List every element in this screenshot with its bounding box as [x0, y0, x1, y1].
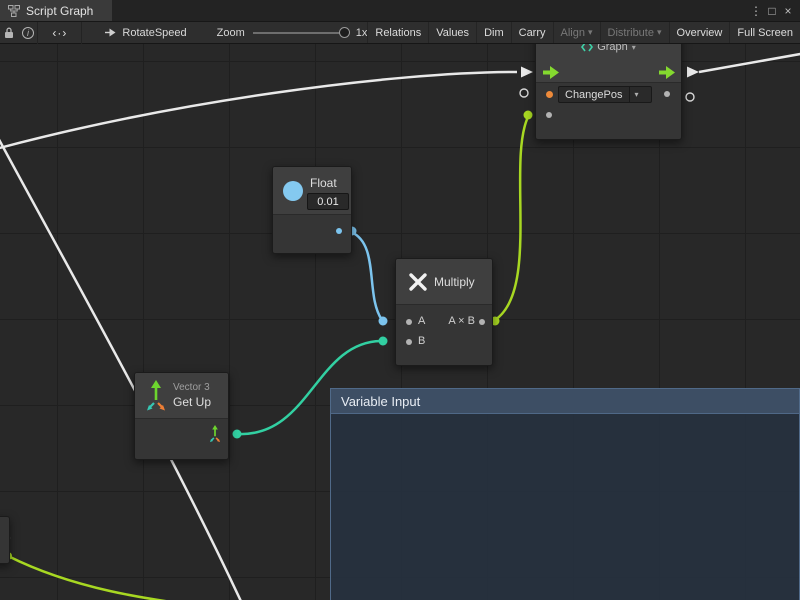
chevron-down-icon: ▾: [629, 87, 644, 102]
multiply-icon: [408, 272, 428, 292]
lock-icon[interactable]: [0, 22, 19, 44]
group-header[interactable]: Variable Input: [331, 389, 799, 414]
graph-scope-icon: [581, 44, 593, 52]
graph-breadcrumb: RotateSpeed: [104, 26, 186, 39]
zoom-label: Zoom: [217, 27, 245, 39]
wire-flow-out: [699, 53, 800, 72]
carry-button[interactable]: Carry: [511, 22, 553, 43]
zoom-slider[interactable]: [253, 32, 348, 34]
tab-label: Script Graph: [26, 4, 93, 18]
multiply-node[interactable]: Multiply A A × B B: [395, 258, 493, 366]
variable-scope-dropdown[interactable]: Graph ▾: [536, 44, 681, 53]
port-b-label: B: [418, 335, 425, 347]
graph-asset-icon: [104, 26, 117, 39]
wire-multiply-to-setvar: [495, 117, 528, 320]
multiply-b-port[interactable]: [406, 339, 412, 345]
script-graph-icon: [8, 5, 20, 17]
getup-wire-start: [233, 430, 242, 439]
float-type-icon: [283, 181, 303, 201]
get-up-type-label: Vector 3: [173, 382, 210, 393]
align-button[interactable]: Align ▾: [553, 22, 600, 43]
group-title: Variable Input: [341, 394, 420, 409]
flow-arrowhead-in: [521, 67, 533, 78]
code-icon: ‹·›: [52, 26, 67, 40]
offscreen-node[interactable]: [0, 516, 10, 564]
graph-toolbar: i ‹·› RotateSpeed Zoom 1x Relations Valu…: [0, 22, 800, 44]
set-variable-node[interactable]: Graph ▾ ChangePos ▾: [535, 44, 682, 140]
flow-output-port[interactable]: [659, 66, 676, 79]
float-value-field[interactable]: 0.01: [307, 193, 349, 210]
info-icon[interactable]: i: [19, 22, 38, 44]
flow-input-port[interactable]: [543, 66, 560, 79]
chevron-down-icon: ▾: [632, 44, 636, 52]
variable-name-port[interactable]: [546, 91, 553, 98]
graph-canvas[interactable]: Variable Input Graph ▾: [0, 44, 800, 600]
distribute-button[interactable]: Distribute ▾: [600, 22, 669, 43]
code-preview-button[interactable]: ‹·›: [37, 22, 82, 44]
close-icon[interactable]: ×: [780, 4, 796, 18]
multiply-node-title: Multiply: [434, 275, 475, 289]
chevron-down-icon: ▾: [657, 27, 662, 38]
fullscreen-button[interactable]: Full Screen: [729, 22, 800, 43]
multiply-a-port[interactable]: [406, 319, 412, 325]
variable-input-group[interactable]: Variable Input: [330, 388, 800, 600]
get-up-node[interactable]: Vector 3 Get Up: [134, 372, 229, 460]
wire-flow-in: [0, 72, 517, 150]
get-up-node-title: Get Up: [173, 395, 211, 409]
wire-flow-diagonal: [0, 134, 266, 600]
maximize-icon[interactable]: □: [764, 4, 780, 18]
input-value-port[interactable]: [546, 112, 552, 118]
window-controls: ⋮ □ ×: [748, 0, 800, 21]
toolbar-buttons: Relations Values Dim Carry Align ▾ Distr…: [367, 22, 800, 43]
relations-button[interactable]: Relations: [367, 22, 428, 43]
multiply-a-endpoint: [379, 317, 388, 326]
zoom-value: 1x: [356, 27, 368, 39]
variable-name: ChangePos: [559, 87, 629, 102]
variable-select-dropdown[interactable]: ChangePos ▾: [558, 86, 652, 103]
overview-button[interactable]: Overview: [669, 22, 730, 43]
setvar-value-endpoint: [524, 111, 533, 120]
chevron-down-icon: ▾: [588, 27, 593, 38]
zoom-slider-knob[interactable]: [339, 27, 350, 38]
port-a-label: A: [418, 315, 425, 327]
wire-green-bottom: [8, 556, 220, 600]
wire-float-to-multiply: [351, 232, 382, 320]
output-value-port[interactable]: [664, 91, 670, 97]
float-node[interactable]: Float 0.01: [272, 166, 352, 254]
values-button[interactable]: Values: [428, 22, 476, 43]
multiply-b-endpoint: [379, 337, 388, 346]
dim-button[interactable]: Dim: [476, 22, 511, 43]
scope-label: Graph: [597, 44, 628, 53]
zoom-control: Zoom 1x: [217, 27, 368, 39]
vector3-output-port[interactable]: [207, 425, 223, 443]
vector3-icon: [143, 380, 169, 412]
port-open-left: [520, 89, 528, 97]
tab-script-graph[interactable]: Script Graph: [0, 0, 112, 21]
graph-name-label: RotateSpeed: [122, 27, 186, 39]
float-node-title: Float: [310, 176, 337, 190]
float-output-port[interactable]: [336, 228, 342, 234]
menu-icon[interactable]: ⋮: [748, 4, 764, 18]
multiply-result-port[interactable]: [479, 319, 485, 325]
port-open-right: [686, 93, 694, 101]
port-result-label: A × B: [448, 315, 475, 327]
flow-arrowhead-out: [687, 67, 699, 78]
title-bar: Script Graph ⋮ □ ×: [0, 0, 800, 22]
